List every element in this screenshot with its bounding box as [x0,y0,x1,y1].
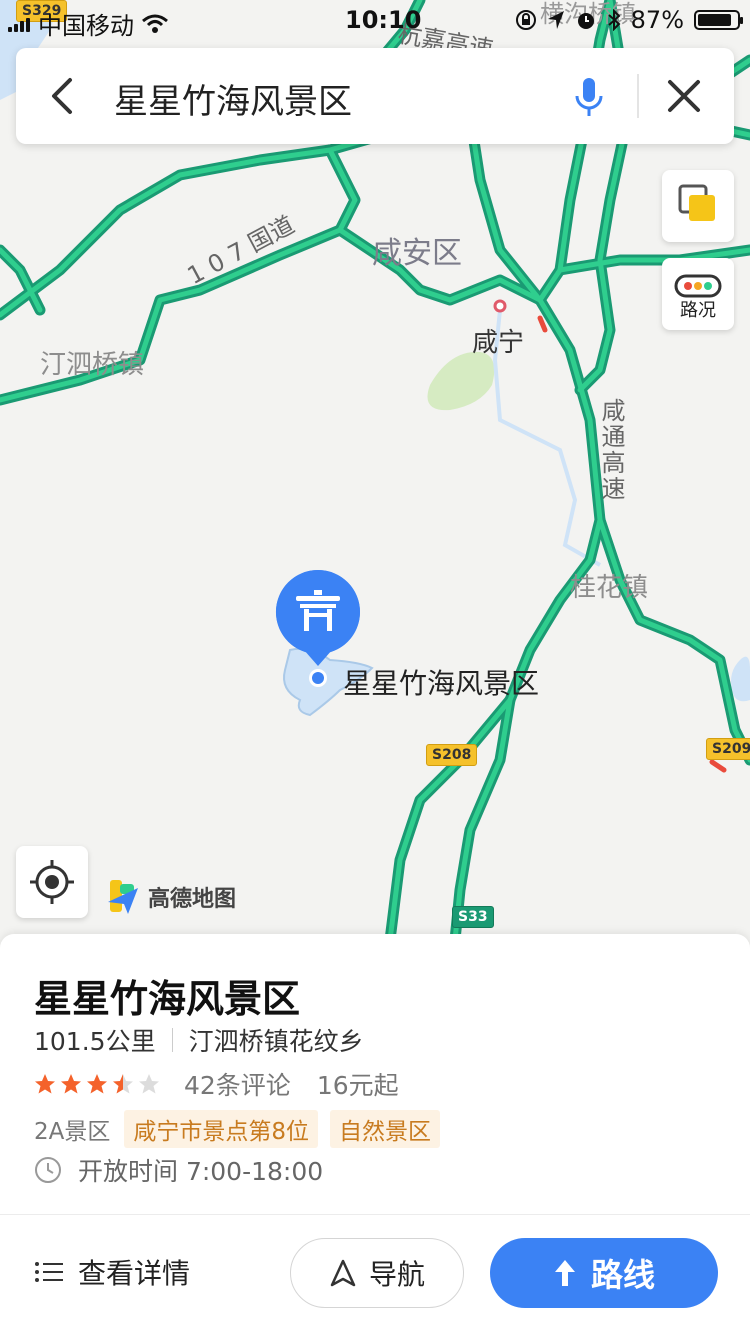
route-button[interactable]: 路线 [490,1238,718,1308]
star-rating [34,1073,160,1095]
star-icon [87,1074,107,1094]
layers-button[interactable] [662,170,734,242]
map-label-road-xiantong: 咸通高速 [597,398,625,502]
navigation-arrow-icon [330,1259,356,1287]
road-shield-s33: S33 [452,906,494,928]
status-time: 10:10 [345,6,422,34]
navigate-button[interactable]: 导航 [290,1238,464,1308]
route-arrow-icon [554,1260,575,1286]
star-icon [113,1074,133,1094]
layers-icon [678,184,715,221]
signal-icon [8,16,30,32]
carrier-name: 中国移动 [38,12,134,40]
grade-label: 2A景区 [34,1119,111,1145]
price: 16元起 [316,1071,399,1100]
alarm-icon [577,13,594,29]
view-details-label: 查看详情 [78,1257,191,1290]
view-details-button[interactable]: 查看详情 [34,1252,190,1292]
tag-ranking: 咸宁市景点第8位 [124,1110,319,1148]
place-meta: 101.5公里 汀泗桥镇花纹乡 [34,1022,364,1058]
crosshair-icon [30,860,74,904]
place-address: 汀泗桥镇花纹乡 [188,1027,364,1056]
hours-text: 开放时间 7:00-18:00 [78,1157,324,1186]
map-label-town-tingsiqiao: 汀泗桥镇 [40,350,145,380]
locate-me-button[interactable] [16,846,88,918]
search-bar[interactable]: 星星竹海风景区 [16,48,734,144]
map-label-poi[interactable]: 星星竹海风景区 [343,662,539,702]
map-label-town-guihua: 桂花镇 [570,573,649,603]
review-count[interactable]: 42条评论 [184,1066,291,1102]
tag-row: 2A景区 咸宁市景点第8位 自然景区 [34,1110,452,1148]
rotation-lock-icon [515,10,536,30]
list-icon [35,1262,63,1282]
star-icon [139,1074,159,1094]
place-detail-card[interactable]: 星星竹海风景区 101.5公里 汀泗桥镇花纹乡 42条评论 16元起 2A景区 … [0,934,750,1334]
amap-logo: 高德地图 [104,878,236,916]
navigate-label: 导航 [368,1258,425,1291]
status-bar: 中国移动 10:10 87% [0,0,750,40]
star-icon [35,1074,55,1094]
star-icon [61,1074,81,1094]
wifi-icon [142,14,168,33]
map-label-district: 咸安区 [372,236,462,271]
traffic-label: 路况 [680,300,716,321]
amap-logo-text: 高德地图 [148,887,237,912]
clock-icon [35,1157,61,1183]
place-distance: 101.5公里 [34,1027,156,1056]
location-arrow-icon [547,11,564,29]
card-divider [0,1214,750,1215]
opening-hours: 开放时间 7:00-18:00 [34,1152,323,1188]
battery-fill [698,14,732,26]
search-divider [637,74,639,118]
rating-row: 42条评论 16元起 [34,1066,399,1102]
battery-icon [694,10,743,30]
route-label: 路线 [590,1256,655,1294]
amap-logo-icon [108,880,138,914]
road-shield-s208: S208 [426,744,478,766]
map-label-city: 咸宁 [472,328,525,358]
place-title: 星星竹海风景区 [34,977,301,1021]
search-query[interactable]: 星星竹海风景区 [114,74,352,123]
battery-percent: 87% [630,6,684,34]
road-shield-s209: S209 [706,738,750,760]
back-arrow-icon[interactable] [44,74,84,118]
bluetooth-icon [607,9,621,31]
traffic-button[interactable]: 路况 [662,258,734,330]
meta-divider [171,1028,173,1052]
tag-category: 自然景区 [330,1110,441,1148]
microphone-icon[interactable] [572,76,606,118]
close-icon[interactable] [664,76,704,116]
